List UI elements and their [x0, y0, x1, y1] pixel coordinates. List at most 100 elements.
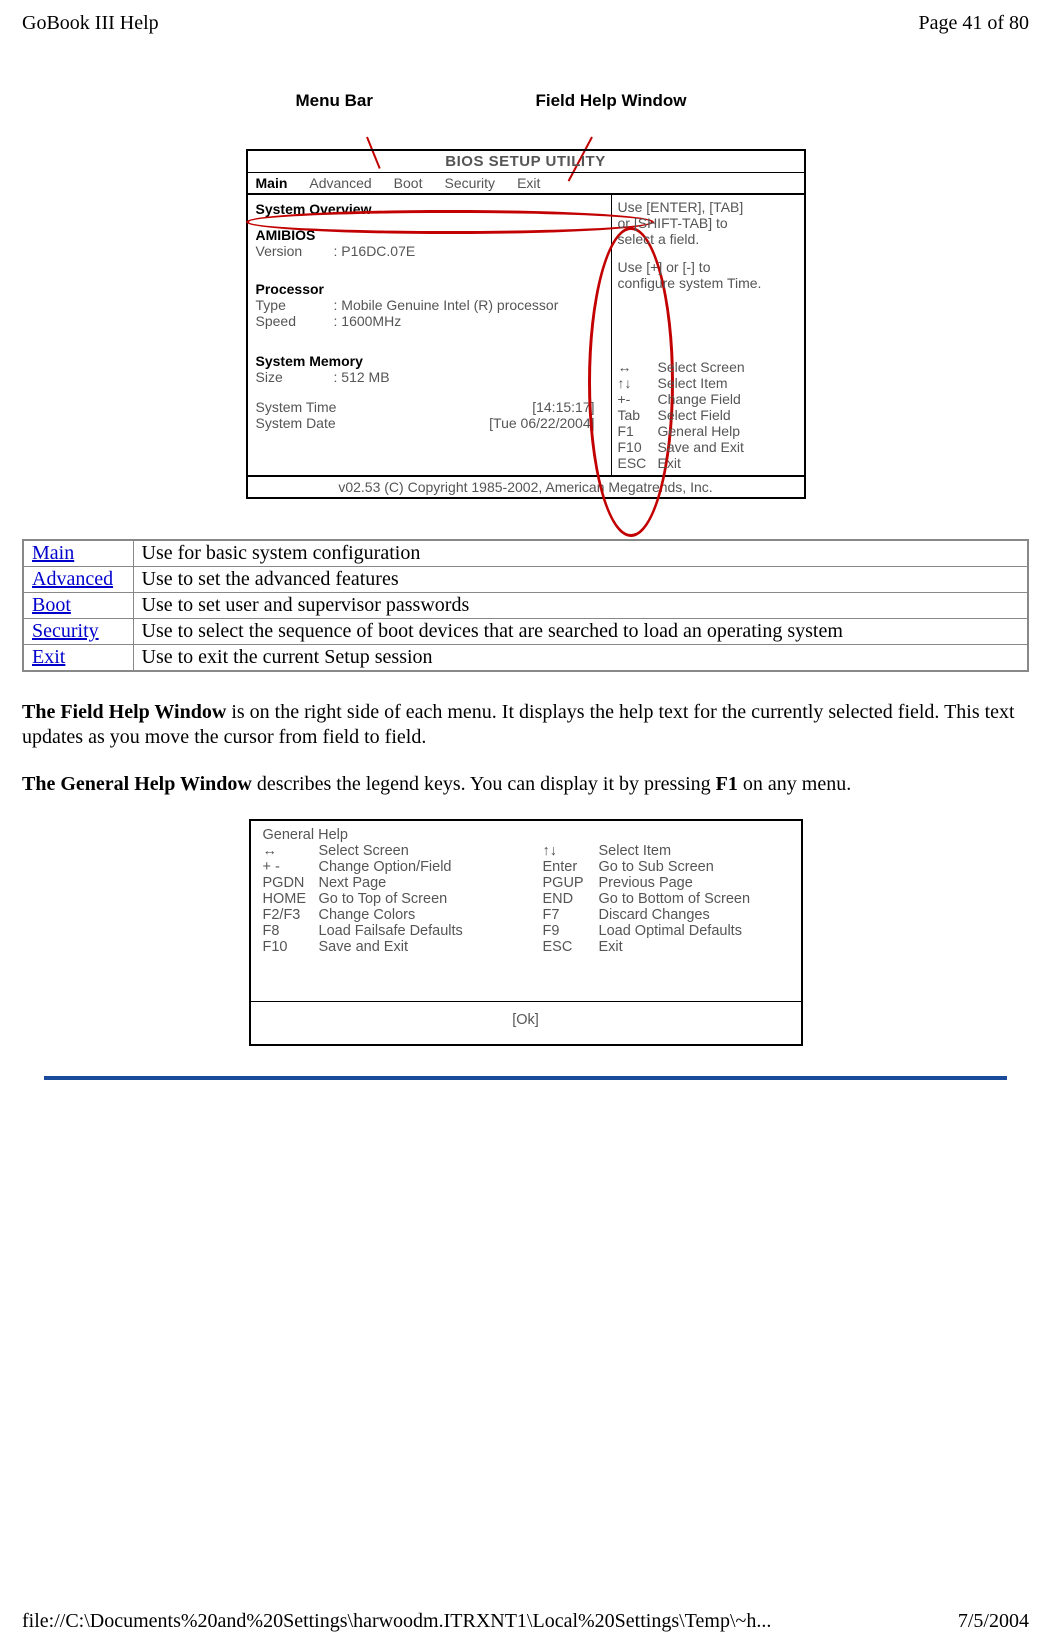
bios-systime-value: [14:15:17]	[532, 399, 594, 415]
help-text: Select Screen	[319, 843, 409, 859]
help-text: Go to Sub Screen	[599, 859, 714, 875]
help-text: Discard Changes	[599, 907, 710, 923]
footer-path: file://C:\Documents%20and%20Settings\har…	[22, 1610, 771, 1633]
help-text: Change Colors	[319, 907, 416, 923]
help-key: ESC	[543, 939, 599, 955]
page-indicator: Page 41 of 80	[918, 12, 1029, 35]
help-key: F2/F3	[263, 907, 319, 923]
help-key: F9	[543, 923, 599, 939]
help-key: ↔	[263, 843, 319, 859]
link-advanced[interactable]: Advanced	[32, 568, 113, 590]
bios-tab-advanced: Advanced	[309, 175, 371, 191]
link-main[interactable]: Main	[32, 542, 74, 564]
link-boot[interactable]: Boot	[32, 594, 71, 616]
help-dialog-title: General Help	[263, 827, 789, 843]
nav-text: Change Field	[658, 391, 741, 407]
paragraph-general-help: The General Help Window describes the le…	[22, 772, 1029, 797]
menu-description-table: Main Use for basic system configuration …	[22, 539, 1029, 672]
bios-type-label: Type	[256, 297, 334, 313]
bios-section-overview: System Overview	[256, 201, 603, 217]
help-text: Select Item	[599, 843, 672, 859]
doc-title: GoBook III Help	[22, 12, 159, 35]
bios-version-label: Version	[256, 243, 334, 259]
help-key: F7	[543, 907, 599, 923]
nav-text: General Help	[658, 423, 741, 439]
bios-systime-label: System Time	[256, 399, 337, 415]
table-desc: Use to exit the current Setup session	[133, 645, 1028, 672]
bios-type-value: : Mobile Genuine Intel (R) processor	[334, 297, 559, 313]
help-text: Change Option/Field	[319, 859, 452, 875]
help-key: + -	[263, 859, 319, 875]
bios-section-processor: Processor	[256, 281, 603, 297]
help-key: END	[543, 891, 599, 907]
bios-tab-main: Main	[256, 175, 288, 191]
nav-key: ↔	[618, 359, 658, 375]
table-row: Exit Use to exit the current Setup sessi…	[23, 645, 1028, 672]
bios-speed-value: : 1600MHz	[334, 313, 402, 329]
help-ok-button: [Ok]	[251, 1001, 801, 1044]
help-key: F10	[263, 939, 319, 955]
help-key: HOME	[263, 891, 319, 907]
nav-text: Select Field	[658, 407, 731, 423]
nav-key: F1	[618, 423, 658, 439]
bios-help-line: or [SHIFT-TAB] to	[618, 215, 798, 231]
bios-version-value: : P16DC.07E	[334, 243, 416, 259]
bios-tab-boot: Boot	[394, 175, 423, 191]
nav-key: +-	[618, 391, 658, 407]
table-row: Boot Use to set user and supervisor pass…	[23, 593, 1028, 619]
help-key: ↑↓	[543, 843, 599, 859]
bios-sysdate-label: System Date	[256, 415, 336, 431]
bios-help-line: select a field.	[618, 231, 798, 247]
table-desc: Use for basic system configuration	[133, 540, 1028, 567]
link-exit[interactable]: Exit	[32, 646, 65, 668]
general-help-dialog: General Help ↔Select Screen + -Change Op…	[249, 819, 803, 1046]
bios-title: BIOS SETUP UTILITY	[248, 151, 804, 173]
nav-key: F10	[618, 439, 658, 455]
bios-section-amibios: AMIBIOS	[256, 227, 603, 243]
help-text: Go to Top of Screen	[319, 891, 448, 907]
help-key: PGUP	[543, 875, 599, 891]
help-text: Go to Bottom of Screen	[599, 891, 751, 907]
table-desc: Use to select the sequence of boot devic…	[133, 619, 1028, 645]
help-text: Save and Exit	[319, 939, 408, 955]
bios-help-line: Use [+] or [-] to	[618, 259, 798, 275]
table-row: Main Use for basic system configuration	[23, 540, 1028, 567]
nav-key: Tab	[618, 407, 658, 423]
bios-tab-security: Security	[444, 175, 495, 191]
help-text: Next Page	[319, 875, 387, 891]
bios-speed-label: Speed	[256, 313, 334, 329]
link-security[interactable]: Security	[32, 620, 99, 642]
callout-menu-bar: Menu Bar	[296, 91, 536, 111]
bios-help-line: configure system Time.	[618, 275, 798, 291]
nav-text: Save and Exit	[658, 439, 744, 455]
footer-date: 7/5/2004	[958, 1610, 1029, 1633]
bios-section-memory: System Memory	[256, 353, 603, 369]
nav-text: Select Item	[658, 375, 728, 391]
bios-size-label: Size	[256, 369, 334, 385]
help-text: Exit	[599, 939, 623, 955]
help-text: Load Optimal Defaults	[599, 923, 742, 939]
help-text: Previous Page	[599, 875, 693, 891]
separator	[44, 1076, 1007, 1080]
callout-field-help: Field Help Window	[536, 91, 687, 111]
bios-tab-exit: Exit	[517, 175, 540, 191]
table-row: Security Use to select the sequence of b…	[23, 619, 1028, 645]
table-desc: Use to set the advanced features	[133, 567, 1028, 593]
nav-text: Exit	[658, 455, 681, 471]
bios-sysdate-value: [Tue 06/22/2004]	[489, 415, 594, 431]
bios-copyright: v02.53 (C) Copyright 1985-2002, American…	[248, 475, 804, 497]
bios-menubar: Main Advanced Boot Security Exit	[248, 173, 804, 195]
nav-text: Select Screen	[658, 359, 745, 375]
help-key: PGDN	[263, 875, 319, 891]
paragraph-field-help: The Field Help Window is on the right si…	[22, 700, 1029, 750]
help-text: Load Failsafe Defaults	[319, 923, 463, 939]
bios-screenshot: BIOS SETUP UTILITY Main Advanced Boot Se…	[246, 149, 806, 499]
bios-help-line: Use [ENTER], [TAB]	[618, 199, 798, 215]
table-row: Advanced Use to set the advanced feature…	[23, 567, 1028, 593]
help-key: Enter	[543, 859, 599, 875]
bios-size-value: : 512 MB	[334, 369, 390, 385]
nav-key: ↑↓	[618, 375, 658, 391]
nav-key: ESC	[618, 455, 658, 471]
table-desc: Use to set user and supervisor passwords	[133, 593, 1028, 619]
help-key: F8	[263, 923, 319, 939]
